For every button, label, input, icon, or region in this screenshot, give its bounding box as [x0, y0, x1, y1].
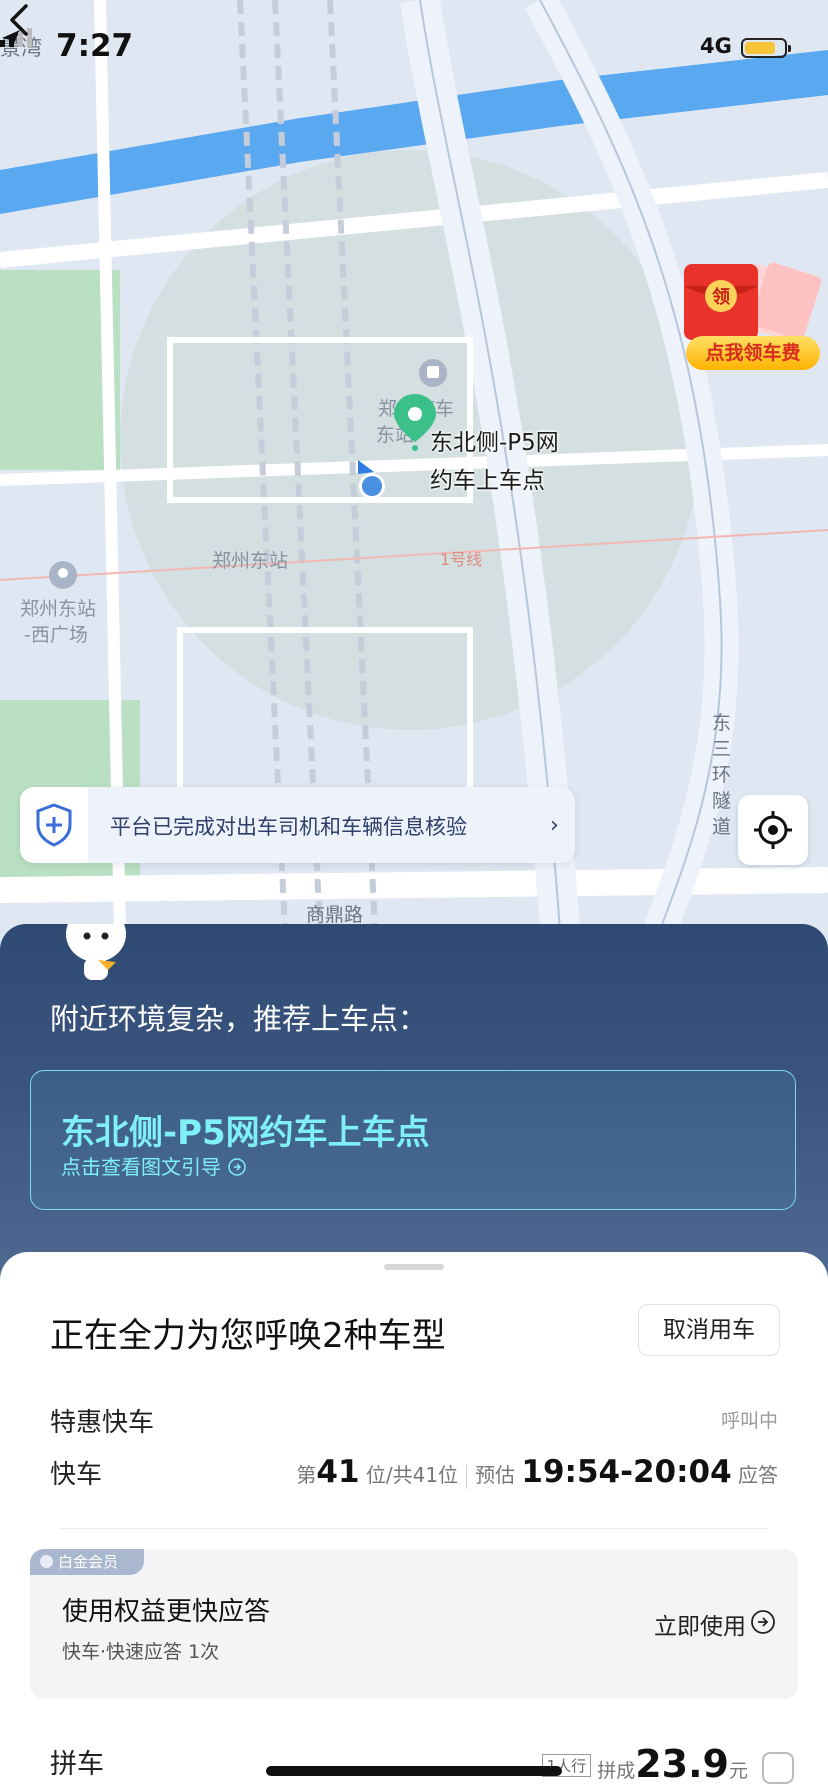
cancel-ride-button[interactable]: 取消用车	[638, 1304, 780, 1356]
recommended-spot-card[interactable]: 东北侧-P5网约车上车点 点击查看图文引导	[30, 1070, 796, 1210]
verification-text: 平台已完成对出车司机和车辆信息核验	[110, 815, 467, 839]
map-label-zhengzhou-east: 郑州东站	[212, 550, 289, 572]
arrow-circle-icon	[228, 1158, 247, 1176]
ride-status-sheet: 正在全力为您呼唤2种车型 取消用车 特惠快车 呼叫中 快车 第41 位/共41位…	[0, 1252, 828, 1792]
ride-row-discount: 特惠快车 呼叫中	[50, 1402, 778, 1439]
member-benefit-desc: 快车·快速应答 1次	[62, 1641, 220, 1663]
carpool-checkbox[interactable]	[762, 1752, 794, 1784]
ride-status-discount: 呼叫中	[720, 1410, 778, 1432]
red-envelope-icon: 领	[684, 262, 822, 340]
mascot-icon	[66, 924, 126, 980]
eta-suffix: 应答	[738, 1463, 778, 1487]
eta-time: 19:54-20:04	[521, 1454, 732, 1490]
verification-banner[interactable]: 平台已完成对出车司机和车辆信息核验 ›	[20, 787, 575, 863]
promo-badge-text: 领	[712, 286, 730, 308]
arrow-circle-icon[interactable]	[750, 1609, 776, 1635]
member-benefit-title: 使用权益更快应答	[62, 1597, 271, 1627]
back-arrow-icon[interactable]	[0, 0, 40, 40]
chevron-right-icon: ›	[550, 813, 559, 838]
locate-me-button[interactable]	[738, 795, 808, 865]
recommend-headline: 附近环境复杂，推荐上车点：	[50, 1002, 428, 1036]
separator	[466, 1464, 468, 1489]
member-benefit-card[interactable]: 白金会员 使用权益更快应答 快车·快速应答 1次 立即使用	[30, 1549, 798, 1699]
map-view[interactable]: 郑州汽车 东站 郑州东站 郑州东站 -西广场 1号线 商鼎路 东三环隧道 东北侧…	[0, 0, 828, 930]
ride-name-carpool: 拼车	[50, 1749, 104, 1780]
map-label-tunnel: 东三环隧道	[712, 712, 732, 838]
fare-promo-button[interactable]: 领 点我领车费	[680, 256, 826, 376]
queue-prefix: 第	[296, 1463, 317, 1487]
use-now-button[interactable]: 立即使用	[654, 1607, 746, 1641]
user-location-icon	[358, 460, 385, 499]
station-poi-icon	[49, 561, 77, 589]
guide-link-text: 点击查看图文引导	[61, 1155, 221, 1179]
bus-poi-icon	[419, 359, 447, 387]
map-label-west-square-2: -西广场	[24, 624, 88, 646]
shield-icon-box	[20, 787, 88, 863]
queue-position: 41	[316, 1454, 360, 1490]
drag-handle[interactable]	[384, 1264, 444, 1270]
recommend-panel: 附近环境复杂，推荐上车点： 东北侧-P5网约车上车点 点击查看图文引导	[0, 924, 828, 1294]
clock: 7:27	[56, 28, 134, 64]
carpool-price: 23.9	[635, 1742, 729, 1786]
status-bar: 景湾 7:27 4G	[0, 28, 828, 68]
home-indicator[interactable]	[266, 1766, 562, 1776]
queue-info: 第41 位/共41位 预估 19:54-20:04 应答	[296, 1454, 778, 1490]
shield-icon	[36, 803, 72, 847]
map-label-metro-line: 1号线	[440, 550, 483, 569]
guide-link[interactable]: 点击查看图文引导	[61, 1151, 247, 1180]
calling-title: 正在全力为您呼唤2种车型	[50, 1316, 446, 1356]
carpool-prefix: 拼成	[597, 1760, 636, 1782]
queue-total: /共41位	[385, 1463, 459, 1487]
ride-row-express: 快车 第41 位/共41位 预估 19:54-20:04 应答	[50, 1454, 778, 1498]
map-label-west-square: 郑州东站	[20, 598, 97, 620]
promo-text: 点我领车费	[686, 336, 820, 370]
carpool-price-area: 1人行 拼成23.9元	[541, 1742, 748, 1786]
network-type: 4G	[700, 34, 732, 58]
carpool-unit: 元	[728, 1760, 748, 1782]
battery-icon	[741, 38, 791, 58]
ride-name-express: 快车	[50, 1460, 103, 1490]
pickup-label-line1: 东北侧-P5网	[430, 430, 559, 456]
map-label-road: 商鼎路	[306, 904, 364, 926]
eta-prefix: 预估	[475, 1463, 516, 1487]
recommended-spot-title: 东北侧-P5网约车上车点	[61, 1113, 430, 1153]
queue-mid: 位	[365, 1463, 386, 1487]
pickup-label-line2: 约车上车点	[430, 468, 545, 494]
crosshair-icon	[754, 811, 792, 849]
ride-name-discount: 特惠快车	[50, 1408, 155, 1438]
pickup-pin-label: 东北侧-P5网 约车上车点	[430, 424, 559, 500]
member-badge: 白金会员	[30, 1549, 144, 1575]
divider	[60, 1528, 768, 1529]
